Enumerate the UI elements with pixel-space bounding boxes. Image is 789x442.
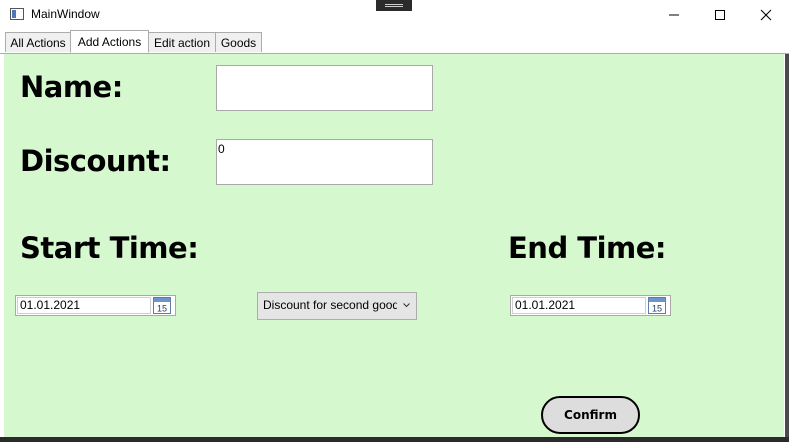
discount-label: Discount: bbox=[20, 144, 171, 178]
tab-add-actions[interactable]: Add Actions bbox=[70, 30, 149, 53]
chevron-down-icon bbox=[403, 303, 410, 308]
close-icon bbox=[760, 9, 772, 21]
start-date-text[interactable]: 01.01.2021 bbox=[17, 297, 151, 314]
minimize-icon bbox=[669, 14, 679, 16]
tab-strip: All Actions Add Actions Edit action Good… bbox=[0, 30, 789, 54]
calendar-icon[interactable]: 15 bbox=[153, 297, 171, 314]
app-icon bbox=[10, 8, 24, 20]
discount-type-value: Discount for second goods bbox=[263, 298, 397, 312]
snap-grip[interactable] bbox=[376, 0, 412, 11]
calendar-day-text: 15 bbox=[157, 304, 167, 314]
name-input[interactable] bbox=[216, 65, 433, 111]
taskbar-edge bbox=[0, 437, 789, 442]
window-border bbox=[785, 54, 789, 442]
calendar-icon[interactable]: 15 bbox=[648, 297, 666, 314]
discount-input[interactable]: 0 bbox=[216, 139, 433, 185]
add-actions-panel: Name: Discount: 0 Start Time: End Time: … bbox=[4, 54, 784, 442]
tab-edit-action[interactable]: Edit action bbox=[148, 32, 216, 52]
maximize-button[interactable] bbox=[697, 0, 743, 30]
end-date-text[interactable]: 01.01.2021 bbox=[512, 297, 646, 314]
tab-goods[interactable]: Goods bbox=[215, 32, 262, 52]
confirm-button[interactable]: Confirm bbox=[541, 396, 640, 434]
end-time-label: End Time: bbox=[508, 231, 667, 265]
calendar-day-text: 15 bbox=[652, 304, 662, 314]
window-title: MainWindow bbox=[31, 7, 100, 21]
discount-type-select[interactable]: Discount for second goods bbox=[257, 292, 417, 320]
close-button[interactable] bbox=[743, 0, 789, 30]
maximize-icon bbox=[715, 10, 725, 20]
minimize-button[interactable] bbox=[651, 0, 697, 30]
title-bar: MainWindow bbox=[0, 0, 789, 30]
end-date-picker[interactable]: 01.01.2021 15 bbox=[510, 295, 671, 316]
start-date-picker[interactable]: 01.01.2021 15 bbox=[15, 295, 176, 316]
tab-all-actions[interactable]: All Actions bbox=[5, 32, 71, 52]
start-time-label: Start Time: bbox=[20, 231, 199, 265]
name-label: Name: bbox=[20, 70, 123, 104]
